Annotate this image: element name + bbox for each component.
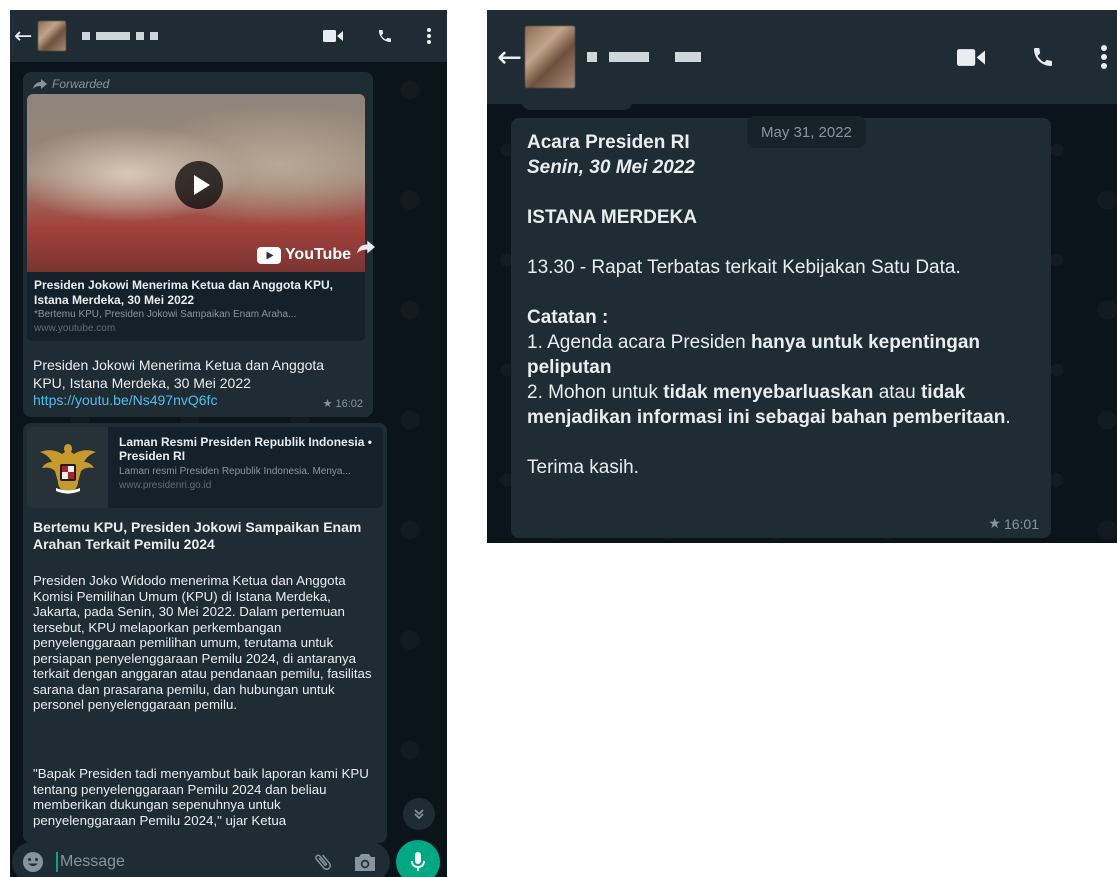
video-domain: www.youtube.com xyxy=(34,323,116,334)
site-title: Laman Resmi Presiden Republik Indonesia … xyxy=(119,435,372,463)
header-actions xyxy=(323,28,431,44)
contact-avatar[interactable] xyxy=(525,26,575,88)
message-text: Presiden Jokowi Menerima Ketua dan Anggo… xyxy=(33,357,325,391)
video-title: Presiden Jokowi Menerima Ketua dan Anggo… xyxy=(34,278,333,307)
forwarded-indicator: Forwarded xyxy=(33,77,109,91)
back-arrow-icon[interactable]: ← xyxy=(497,40,525,75)
left-chat-screen: ← Forwarded YouTube Presiden Jokowi Mene… xyxy=(10,10,447,877)
more-options-icon[interactable] xyxy=(1101,45,1107,69)
attach-paperclip-icon[interactable] xyxy=(312,851,334,873)
message-timestamp: ★ 16:02 xyxy=(322,397,363,411)
forwarded-label: Forwarded xyxy=(52,77,110,91)
note-2-bold-text-1: tidak menyebarluaskan xyxy=(663,382,874,403)
forwarded-message-bubble[interactable]: Forwarded YouTube Presiden Jokowi Meneri… xyxy=(23,72,373,417)
text-cursor xyxy=(56,852,58,872)
message-timestamp: ★ 16:01 xyxy=(988,515,1039,532)
more-options-icon[interactable] xyxy=(427,28,431,44)
previous-message-stub xyxy=(522,98,632,110)
youtube-logo-icon xyxy=(256,246,281,264)
header-actions xyxy=(957,45,1107,69)
share-arrow-icon xyxy=(357,240,375,254)
youtube-link-preview[interactable]: YouTube Presiden Jokowi Menerima Ketua d… xyxy=(27,94,365,341)
video-call-icon[interactable] xyxy=(957,48,985,66)
note-heading: Catatan : xyxy=(527,307,609,328)
video-description: *Bertemu KPU, Presiden Jokowi Sampaikan … xyxy=(34,309,297,320)
back-arrow-icon[interactable]: ← xyxy=(14,24,36,49)
emoji-icon[interactable] xyxy=(22,851,44,873)
schedule-message-bubble[interactable]: Acara Presiden RI Senin, 30 Mei 2022 IST… xyxy=(511,118,1051,538)
venue-heading: ISTANA MERDEKA xyxy=(527,207,697,228)
note-2-end: . xyxy=(1005,407,1011,428)
microphone-icon xyxy=(411,852,425,871)
date-chip-text: May 31, 2022 xyxy=(761,123,852,141)
site-link-preview[interactable]: Laman Resmi Presiden Republik Indonesia … xyxy=(27,427,383,508)
camera-icon[interactable] xyxy=(354,852,376,872)
message-input-bar: Message xyxy=(10,840,447,877)
message-placeholder: Message xyxy=(60,853,125,870)
play-button-icon[interactable] xyxy=(175,161,223,209)
star-icon: ★ xyxy=(988,515,1001,531)
voice-call-icon[interactable] xyxy=(377,28,393,44)
chat-header: ← xyxy=(10,10,447,62)
voice-message-button[interactable] xyxy=(396,840,440,877)
timestamp-text: 16:02 xyxy=(335,397,363,410)
video-thumbnail[interactable]: YouTube xyxy=(27,94,365,272)
forward-arrow-icon xyxy=(33,79,47,89)
note-1-text: 1. Agenda acara Presiden xyxy=(527,332,751,353)
star-icon: ★ xyxy=(322,398,333,410)
article-paragraph-2: "Bapak Presiden tadi menyambut baik lapo… xyxy=(33,766,369,828)
right-chat-screen: ← Acara Presiden RI Senin, 30 Mei 2022 I… xyxy=(487,10,1117,543)
youtube-brand-text: YouTube xyxy=(284,246,351,263)
note-2-text: 2. Mohon untuk xyxy=(527,382,664,403)
voice-call-icon[interactable] xyxy=(1031,45,1055,69)
message-date-line: Senin, 30 Mei 2022 xyxy=(527,157,695,178)
agenda-line: 13.30 - Rapat Terbatas terkait Kebijakan… xyxy=(527,257,961,278)
timestamp-text: 16:01 xyxy=(1003,515,1039,532)
garuda-emblem-thumbnail xyxy=(27,427,108,508)
garuda-emblem-icon xyxy=(39,443,96,494)
article-message-bubble[interactable]: Laman Resmi Presiden Republik Indonesia … xyxy=(23,423,387,843)
contact-avatar[interactable] xyxy=(38,21,66,51)
youtube-url-link[interactable]: https://youtu.be/Ns497nvQ6fc xyxy=(33,392,217,408)
contact-name-redacted[interactable] xyxy=(82,32,158,40)
message-input-field[interactable]: Message xyxy=(12,842,390,877)
date-chip: May 31, 2022 xyxy=(747,116,866,148)
note-item-1: 1. Agenda acara Presiden hanya untuk kep… xyxy=(527,330,1042,380)
youtube-logo: YouTube xyxy=(256,246,351,264)
site-description: Laman resmi Presiden Republik Indonesia.… xyxy=(119,466,351,477)
site-domain: www.presidenri.go.id xyxy=(119,480,212,491)
contact-name-redacted[interactable] xyxy=(587,52,701,62)
article-paragraph-1: Presiden Joko Widodo menerima Ketua dan … xyxy=(33,573,372,712)
chat-header: ← xyxy=(487,10,1117,104)
double-chevron-down-icon xyxy=(414,809,424,820)
closing-line: Terima kasih. xyxy=(527,457,639,478)
video-call-icon[interactable] xyxy=(323,30,343,42)
note-2-connector: atau xyxy=(873,382,921,403)
article-heading: Bertemu KPU, Presiden Jokowi Sampaikan E… xyxy=(33,519,362,552)
note-item-2: 2. Mohon untuk tidak menyebarluaskan ata… xyxy=(527,380,1042,430)
scroll-to-bottom-button[interactable] xyxy=(403,798,435,830)
forward-shortcut-button[interactable] xyxy=(351,232,381,262)
